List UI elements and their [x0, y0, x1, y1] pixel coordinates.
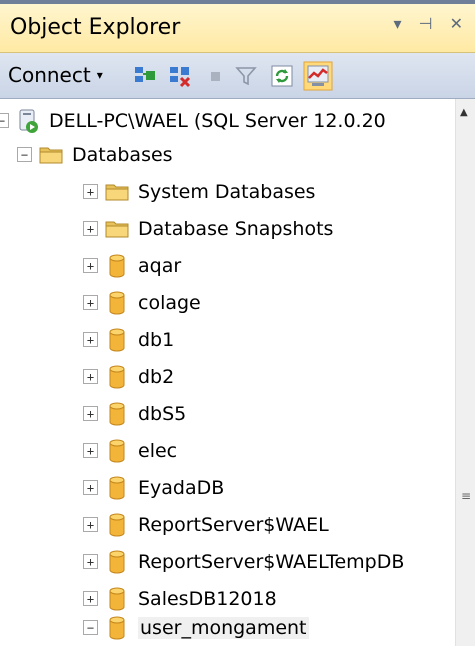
folder-icon: [105, 184, 129, 200]
activity-monitor-icon[interactable]: [303, 61, 333, 91]
database-icon: [109, 291, 125, 314]
server-label: DELL-PC\WAEL (SQL Server 12.0.20: [49, 109, 386, 132]
database-icon: [109, 616, 125, 639]
tree-node-label: System Databases: [138, 180, 316, 203]
tree-node-label: elec: [138, 439, 178, 462]
expand-toggle[interactable]: +: [83, 184, 98, 199]
expand-toggle[interactable]: +: [83, 517, 98, 532]
expand-toggle[interactable]: +: [83, 221, 98, 236]
tree-node-label: ReportServer$WAEL: [138, 513, 329, 536]
tree-node-database[interactable]: + aqar: [83, 249, 181, 282]
scroll-grip-icon[interactable]: ≡: [461, 490, 471, 502]
database-icon: [109, 550, 125, 573]
tree-node-system-databases[interactable]: + System Databases: [83, 175, 315, 208]
expand-toggle[interactable]: +: [83, 332, 98, 347]
scroll-up-icon[interactable]: ▲: [460, 107, 468, 118]
tree-node-database[interactable]: + ReportServer$WAEL: [83, 508, 329, 541]
refresh-icon[interactable]: [270, 64, 294, 88]
tree-node-label: aqar: [138, 254, 182, 277]
tree-node-database-snapshots[interactable]: + Database Snapshots: [83, 212, 333, 245]
object-explorer-titlebar: Object Explorer ▾ ⊣ ✕: [0, 0, 475, 53]
collapse-toggle[interactable]: −: [0, 113, 9, 128]
expand-toggle[interactable]: +: [83, 258, 98, 273]
tree-node-server[interactable]: − DELL-PC\WAEL (SQL Server 12.0.20: [0, 104, 386, 137]
tree-node-database[interactable]: + colage: [83, 286, 201, 319]
tree-node-database[interactable]: + elec: [83, 434, 177, 467]
stop-icon[interactable]: [203, 64, 227, 88]
tree-node-database[interactable]: + db2: [83, 360, 174, 393]
tree-node-label: db2: [138, 365, 175, 388]
tree-node-label: Database Snapshots: [138, 217, 334, 240]
expand-toggle[interactable]: +: [83, 591, 98, 606]
tree-node-database[interactable]: + ReportServer$WAELTempDB: [83, 545, 404, 578]
tree-node-database[interactable]: + EyadaDB: [83, 471, 224, 504]
vertical-scrollbar[interactable]: ▲ ≡: [455, 99, 475, 646]
filter-icon[interactable]: [234, 64, 258, 88]
connect-label: Connect: [8, 63, 91, 87]
collapse-toggle[interactable]: −: [83, 620, 98, 635]
tree-node-label: user_mongament: [138, 616, 309, 639]
databases-label: Databases: [72, 143, 173, 166]
disconnect-icon[interactable]: [168, 64, 192, 88]
expand-toggle[interactable]: +: [83, 369, 98, 384]
expand-toggle[interactable]: +: [83, 443, 98, 458]
collapse-toggle[interactable]: −: [17, 147, 32, 162]
tree-node-label: dbS5: [138, 402, 187, 425]
database-icon: [109, 439, 125, 462]
database-icon: [109, 476, 125, 499]
tree-node-label: EyadaDB: [138, 476, 225, 499]
object-explorer-toolbar: Connect ▾: [0, 53, 475, 99]
tree-node-database[interactable]: + db1: [83, 323, 174, 356]
connect-object-explorer-icon[interactable]: [133, 64, 157, 88]
tree-node-label: db1: [138, 328, 175, 351]
expand-toggle[interactable]: +: [83, 554, 98, 569]
window-controls[interactable]: ▾ ⊣ ✕: [393, 14, 469, 33]
tree-node-databases[interactable]: − Databases: [17, 138, 173, 171]
database-icon: [109, 587, 125, 610]
database-icon: [109, 254, 125, 277]
tree-node-label: colage: [138, 291, 201, 314]
expand-toggle[interactable]: +: [83, 480, 98, 495]
expand-toggle[interactable]: +: [83, 406, 98, 421]
folder-icon: [39, 147, 63, 163]
expand-toggle[interactable]: +: [83, 295, 98, 310]
database-icon: [109, 513, 125, 536]
tree-node-database-selected[interactable]: − user_mongament: [83, 611, 309, 644]
database-icon: [109, 328, 125, 351]
tree-node-database[interactable]: + dbS5: [83, 397, 186, 430]
chevron-down-icon[interactable]: ▾: [97, 68, 103, 82]
tree-node-label: SalesDB12018: [138, 587, 277, 610]
tree-node-label: ReportServer$WAELTempDB: [138, 550, 405, 573]
database-icon: [109, 365, 125, 388]
database-icon: [109, 402, 125, 425]
folder-icon: [105, 221, 129, 237]
panel-title: Object Explorer: [10, 15, 181, 40]
connect-button[interactable]: Connect ▾: [8, 63, 103, 87]
server-icon: [19, 109, 38, 133]
object-explorer-tree: − DELL-PC\WAEL (SQL Server 12.0.20 − Dat…: [0, 99, 455, 646]
